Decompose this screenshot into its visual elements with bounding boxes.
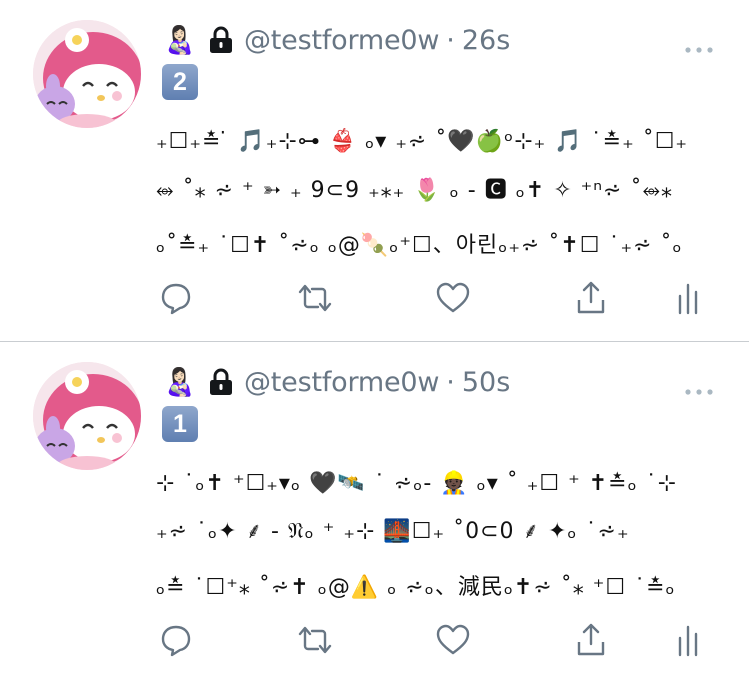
- more-icon[interactable]: [685, 38, 713, 53]
- like-icon[interactable]: [436, 280, 470, 316]
- username-handle[interactable]: @testforme0w: [244, 367, 439, 398]
- tweet-text-line: ₊☐₊≛ ̇ 🎵₊⊹⊶ 👙 ₒ▾ ₊⩫ ˚🖤🍏ᵒ⊹₊ 🎵 ˙≛₊ ˚☐₊: [156, 128, 689, 154]
- tweet-header: 👩🏻‍🍼 @testforme0w · 50s: [162, 362, 510, 402]
- username-handle[interactable]: @testforme0w: [244, 25, 439, 56]
- analytics-icon[interactable]: [677, 280, 699, 316]
- tweet-actions: [160, 280, 720, 316]
- retweet-icon[interactable]: [296, 280, 334, 316]
- separator-dot: ·: [446, 24, 455, 56]
- analytics-icon[interactable]: [677, 622, 699, 658]
- timestamp[interactable]: 50s: [462, 367, 510, 398]
- tweet-header: 👩🏻‍🍼 @testforme0w · 26s: [162, 20, 510, 60]
- number-badge: 2: [162, 64, 198, 100]
- avatar[interactable]: [33, 20, 141, 128]
- number-badge: 1: [162, 406, 198, 442]
- share-icon[interactable]: [576, 280, 606, 316]
- display-name[interactable]: 👩🏻‍🍼: [162, 366, 198, 398]
- tweet-actions: [160, 622, 720, 658]
- tweet-text-line: ₒ≛ ˙☐⁺⁎ ˚⩫✝ ₒ@⚠️ ₒ ⩫ₒ、減民ₒ✝⩫ ˚⁎ ⁺☐ ˙≛ₒ: [156, 575, 676, 600]
- tweet-text-line: ⊹ ˙ₒ✝ ⁺☐₊▾ₒ 🖤🛰️ ˙ ⩫ₒ- 👷🏿 ₒ▾ ˚ ₊☐ ⁺ ✝≛ₒ ˙…: [156, 470, 678, 496]
- retweet-icon[interactable]: [296, 622, 334, 658]
- lock-icon: [208, 26, 234, 54]
- tweet[interactable]: 👩🏻‍🍼 @testforme0w · 26s 2 ₊☐₊≛ ̇ 🎵₊⊹⊶ 👙 …: [0, 0, 749, 341]
- tweet-text-line: ₊⩫ ˙ₒ✦ ⸙ - 𝔑ₒ ⁺ ₊⊹ 🌉☐₊ ˚0⊂0 ⸙ ✦ₒ ˙⩫₊: [156, 519, 630, 544]
- avatar[interactable]: [33, 362, 141, 470]
- more-icon[interactable]: [685, 380, 713, 395]
- reply-icon[interactable]: [160, 280, 192, 316]
- reply-icon[interactable]: [160, 622, 192, 658]
- lock-icon: [208, 368, 234, 396]
- like-icon[interactable]: [436, 622, 470, 658]
- tweet-text-line: ₒ˚≛₊ ˙☐✝ ˚⩫ₒ ₒ@🍡ₒ⁺☐、아린ₒ₊⩫ ˚✝☐ ˙₊⩫ ˚ₒ: [156, 233, 683, 258]
- share-icon[interactable]: [576, 622, 606, 658]
- display-name[interactable]: 👩🏻‍🍼: [162, 24, 198, 56]
- timestamp[interactable]: 26s: [462, 25, 510, 56]
- tweet[interactable]: 👩🏻‍🍼 @testforme0w · 50s 1 ⊹ ˙ₒ✝ ⁺☐₊▾ₒ 🖤🛰…: [0, 342, 749, 683]
- separator-dot: ·: [446, 366, 455, 398]
- tweet-text-line: ⥈ ˚⁎ ⩫ ⁺ ➳ ₊ 9⊂9 ₊⁎₊ 🌷 ₒ - 🅲 ₒ✝ ✧ ⁺ⁿ⩫ ˚⥈…: [156, 178, 674, 203]
